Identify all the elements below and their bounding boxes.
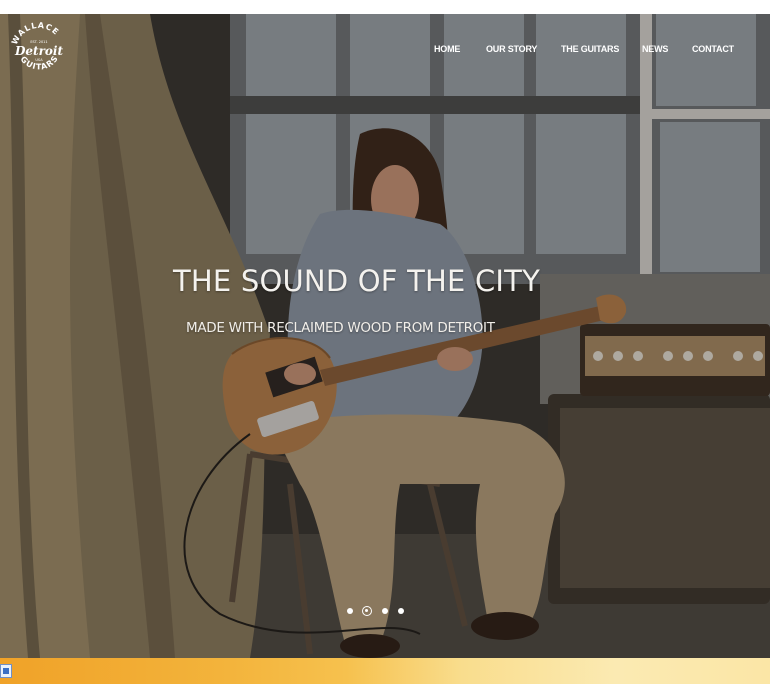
nav-the-guitars[interactable]: THE GUITARS: [561, 44, 619, 54]
carousel-dot-2-active[interactable]: [362, 606, 372, 616]
carousel-dot-1[interactable]: [347, 608, 353, 614]
hero-subtitle: MADE WITH RECLAIMED WOOD FROM DETROIT: [186, 320, 495, 336]
nav-contact[interactable]: CONTACT: [692, 44, 734, 54]
carousel-dot-4[interactable]: [398, 608, 404, 614]
document-icon[interactable]: [0, 664, 12, 678]
carousel-dot-3[interactable]: [382, 608, 388, 614]
hero-slider: WALLACE EST. 2011 Detroit USA GUITARS HO…: [0, 14, 770, 658]
next-section-band: [0, 658, 770, 684]
carousel-pagination: [345, 606, 409, 618]
hero-background-image: [0, 14, 770, 658]
page: WALLACE EST. 2011 Detroit USA GUITARS HO…: [0, 0, 770, 684]
nav-our-story[interactable]: OUR STORY: [486, 44, 537, 54]
nav-news[interactable]: NEWS: [642, 44, 668, 54]
svg-text:USA: USA: [35, 58, 43, 62]
main-nav: HOME OUR STORY THE GUITARS NEWS CONTACT: [0, 44, 770, 58]
nav-home[interactable]: HOME: [434, 44, 460, 54]
hero-title: THE SOUND OF THE CITY: [173, 264, 540, 298]
